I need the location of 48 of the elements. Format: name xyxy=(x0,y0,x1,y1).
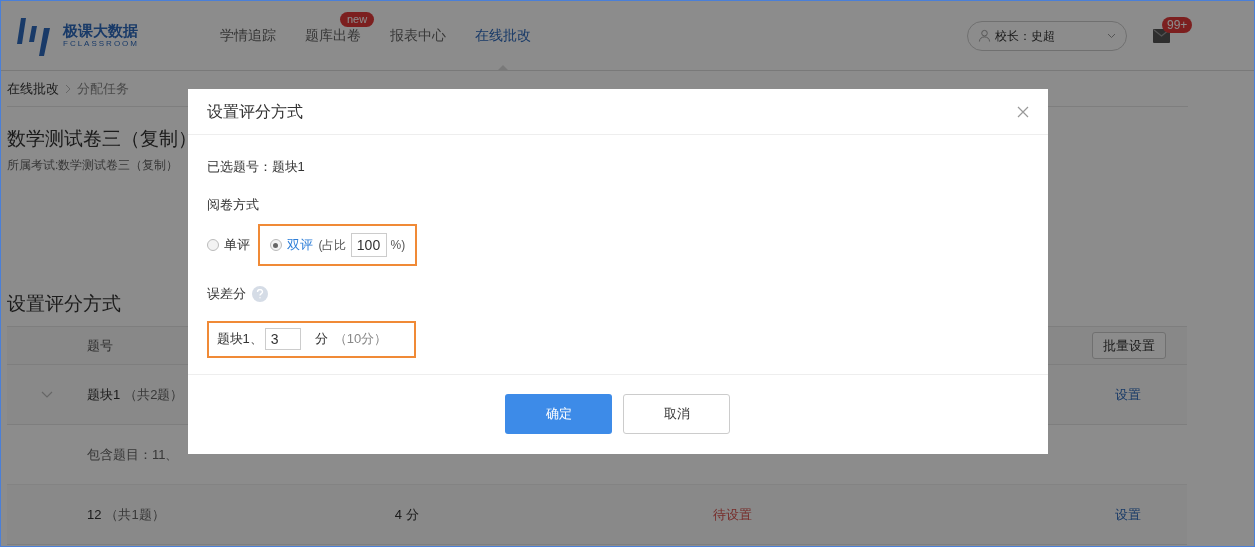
ratio-suffix: %) xyxy=(390,237,406,254)
error-score-label: 误差分 xyxy=(206,285,246,303)
radio-label[interactable]: 双评 xyxy=(286,235,313,255)
score: 4 分 xyxy=(394,505,419,524)
nav-tab[interactable]: 题库出卷 xyxy=(304,25,361,46)
breadcrumb-link[interactable]: 分配任务 xyxy=(77,78,129,99)
set-link[interactable]: 设置 xyxy=(1115,384,1141,405)
chevron-right-icon xyxy=(65,83,71,94)
unit-label: 分 xyxy=(314,330,328,349)
question-count: （共2题） xyxy=(124,385,184,404)
radio-label[interactable]: 单评 xyxy=(223,235,250,255)
new-badge: new xyxy=(340,12,375,27)
error-score-input[interactable]: 3 xyxy=(264,328,301,350)
ratio-prefix: (占比 xyxy=(318,237,347,254)
breadcrumb-link[interactable]: 在线批改 xyxy=(7,78,59,99)
cancel-button[interactable]: 取消 xyxy=(623,394,730,434)
mail-icon[interactable] xyxy=(1153,28,1170,43)
chevron-icon[interactable] xyxy=(41,390,53,399)
unread-count-badge: 99+ xyxy=(1162,16,1193,33)
block-label: 题块1、 xyxy=(216,330,263,349)
mode-label: 阅卷方式 xyxy=(206,195,259,214)
logo[interactable]: 极课大数据 FCLASSROOM xyxy=(15,15,205,56)
full-score-note: （10分） xyxy=(333,330,388,349)
close-icon[interactable] xyxy=(1016,105,1029,118)
included-questions: 包含题目：11、 xyxy=(87,445,179,464)
question-count: （共1题） xyxy=(105,505,165,524)
exam-subtitle: 所属考试:数学测试卷三（复制） xyxy=(7,156,179,174)
nav-tab[interactable]: 报表中心 xyxy=(389,25,446,46)
nav-tab[interactable]: 学情追踪 xyxy=(219,25,276,46)
caret-icon xyxy=(1107,32,1116,39)
column-header: 题号 xyxy=(87,336,113,355)
radio-button[interactable] xyxy=(206,239,219,251)
selected-question: 已选题号：题块1 xyxy=(206,158,305,176)
question-name: 12 xyxy=(87,505,102,524)
ratio-input[interactable]: 100 xyxy=(350,233,387,257)
section-title: 设置评分方式 xyxy=(7,291,121,316)
logo-subtitle: FCLASSROOM xyxy=(63,40,139,48)
exam-title: 数学测试卷三（复制） xyxy=(7,127,197,151)
set-link[interactable]: 设置 xyxy=(1115,504,1141,525)
logo-title: 极课大数据 xyxy=(63,23,139,38)
radio-button[interactable] xyxy=(269,239,282,251)
status: 待设置 xyxy=(712,505,752,524)
user-icon xyxy=(978,29,991,42)
dialog-title: 设置评分方式 xyxy=(206,101,303,122)
batch-set-button[interactable]: 批量设置 xyxy=(1092,332,1166,359)
question-name: 题块1 xyxy=(87,385,121,404)
nav-tab[interactable]: 在线批改 xyxy=(474,25,531,46)
confirm-button[interactable]: 确定 xyxy=(505,394,612,434)
